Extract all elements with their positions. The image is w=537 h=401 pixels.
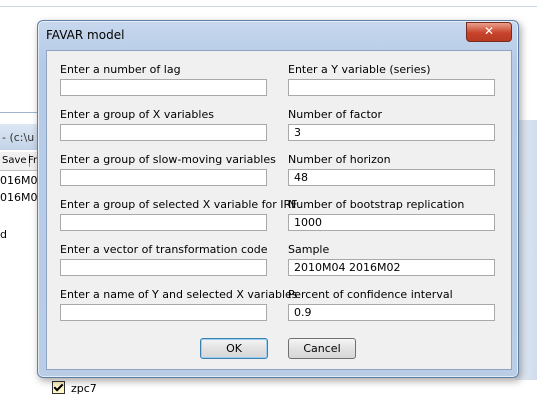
factor-label: Number of factor	[288, 108, 383, 121]
lag-label: Enter a number of lag	[60, 63, 181, 76]
cancel-button[interactable]: Cancel	[288, 338, 356, 359]
horizon-input[interactable]: 48	[288, 169, 495, 186]
close-button[interactable]: ✕	[466, 22, 512, 42]
slow-moving-input[interactable]	[60, 169, 267, 186]
horizon-label: Number of horizon	[288, 153, 391, 166]
confidence-input[interactable]: 0.9	[288, 304, 495, 321]
irf-variable-input[interactable]	[60, 214, 267, 231]
ok-button[interactable]: OK	[200, 338, 268, 359]
favar-dialog: FAVAR model ✕ Enter a number of lag Ente…	[37, 20, 519, 378]
factor-input[interactable]: 3	[288, 124, 495, 141]
irf-variable-label: Enter a group of selected X variable for…	[60, 198, 298, 211]
x-variables-input[interactable]	[60, 124, 267, 141]
y-variable-label: Enter a Y variable (series)	[288, 63, 431, 76]
confidence-label: Percent of confidence interval	[288, 288, 453, 301]
list-item-label: zpc7	[71, 382, 97, 395]
y-and-x-names-input[interactable]	[60, 304, 267, 321]
sample-input[interactable]: 2010M04 2016M02	[288, 259, 495, 276]
background-list-item[interactable]: zpc7	[52, 381, 97, 395]
y-variable-input[interactable]	[288, 79, 495, 96]
slow-moving-label: Enter a group of slow-moving variables	[60, 153, 276, 166]
dialog-title: FAVAR model	[46, 28, 125, 42]
sample-label: Sample	[288, 243, 330, 256]
background-row: d	[0, 228, 7, 241]
background-divider	[0, 6, 537, 7]
lag-input[interactable]	[60, 79, 267, 96]
y-and-x-names-label: Enter a name of Y and selected X variabl…	[60, 288, 298, 301]
x-variables-label: Enter a group of X variables	[60, 108, 214, 121]
bootstrap-label: Number of bootstrap replication	[288, 198, 465, 211]
checkbox-icon[interactable]	[52, 381, 65, 394]
bootstrap-input[interactable]: 1000	[288, 214, 495, 231]
dialog-client-area: Enter a number of lag Enter a group of X…	[46, 50, 512, 370]
transformation-code-label: Enter a vector of transformation code	[60, 243, 268, 256]
transformation-code-input[interactable]	[60, 259, 267, 276]
background-window-title: - (c:\u	[2, 131, 35, 144]
